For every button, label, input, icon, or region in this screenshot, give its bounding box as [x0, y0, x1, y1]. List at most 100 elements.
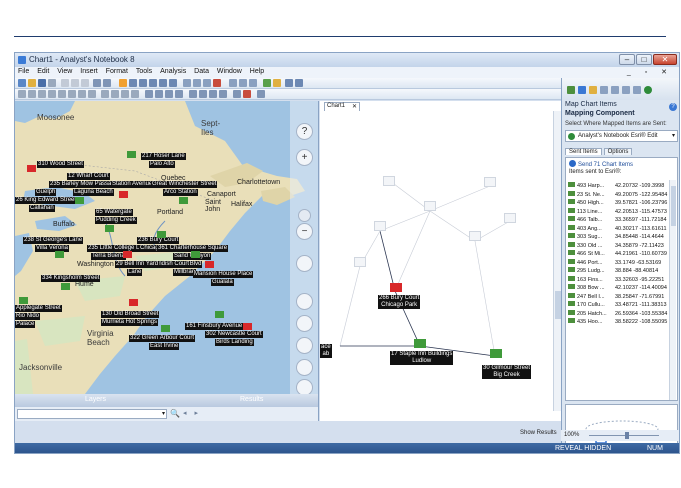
map-pin-icon[interactable]: [490, 349, 502, 358]
draw-multilink-icon[interactable]: [121, 90, 129, 98]
cut-icon[interactable]: [61, 79, 69, 87]
list-item[interactable]: 493 Harp... 42.20732 -109.3998: [568, 182, 668, 191]
redo-icon[interactable]: [103, 79, 111, 87]
map-identify-icon[interactable]: [296, 315, 313, 332]
map-search-input[interactable]: ▾: [17, 409, 167, 419]
map-pin-icon[interactable]: [61, 283, 70, 290]
panel-globe-icon[interactable]: [644, 86, 652, 94]
search-tool-icon[interactable]: [273, 79, 281, 87]
menu-help[interactable]: Help: [247, 67, 267, 75]
list-item[interactable]: 247 Bell I... 38.25847 -71.67991: [568, 292, 668, 302]
format-shape-icon[interactable]: [189, 90, 197, 98]
map-pin-icon[interactable]: [19, 297, 28, 304]
map-pin-icon[interactable]: [129, 299, 138, 306]
undo-icon[interactable]: [93, 79, 101, 87]
list-item[interactable]: 466 Talb... 33.36597 -111.72184: [568, 216, 668, 225]
layout-icon[interactable]: [193, 79, 201, 87]
panel-filter-icon[interactable]: [611, 86, 619, 94]
format-arrow-icon[interactable]: [155, 90, 163, 98]
zoom-out-icon[interactable]: [149, 79, 157, 87]
arrange-icon[interactable]: [203, 79, 211, 87]
map-pan-icon[interactable]: [296, 293, 313, 310]
new-chart-icon[interactable]: [18, 79, 26, 87]
format-text-color-icon[interactable]: [243, 90, 251, 98]
chart-node-faded[interactable]: [484, 177, 496, 187]
map-address-label[interactable]: Terra Buena: [91, 253, 126, 260]
map-help-button[interactable]: ?: [296, 123, 313, 140]
chart-node-label[interactable]: 266 Bury Court Chicago Park: [378, 295, 421, 309]
chart-vertical-scrollbar[interactable]: [553, 111, 561, 411]
list-item[interactable]: 450 High... 39.57821 -106.23796: [568, 199, 668, 208]
select-tool-icon[interactable]: [119, 79, 127, 87]
map-address-label[interactable]: 334 Kingsholm Street: [41, 275, 101, 282]
map-pin-icon[interactable]: [161, 325, 170, 332]
back-icon[interactable]: [285, 79, 293, 87]
map-address-label[interactable]: Applegate Street: [15, 305, 62, 312]
map-address-label[interactable]: 236 Bury Court: [137, 237, 180, 244]
draw-link-icon[interactable]: [101, 90, 109, 98]
mdi-window-controls[interactable]: _ ▫ ✕: [627, 68, 673, 76]
map-select-icon[interactable]: [296, 337, 313, 354]
list-item[interactable]: 435 Hoo... 38.58222 -108.55095: [568, 318, 668, 327]
table-icon[interactable]: [239, 79, 247, 87]
menu-insert[interactable]: Insert: [77, 67, 101, 75]
draw-box-icon[interactable]: [38, 90, 46, 98]
map-address-label[interactable]: 65 Watergate: [95, 209, 133, 216]
status-reveal-hidden[interactable]: REVEAL HIDDEN: [555, 445, 611, 452]
print-icon[interactable]: [48, 79, 56, 87]
chart-node-label[interactable]: 17 Staple Inn Buildings Ludlow: [390, 351, 454, 365]
format-font-icon[interactable]: [233, 90, 241, 98]
map-address-label[interactable]: Palo Alto: [149, 161, 175, 168]
map-address-label[interactable]: 310 Wood Street: [37, 161, 84, 168]
map-pin-icon[interactable]: [27, 165, 36, 172]
draw-ole-icon[interactable]: [78, 90, 86, 98]
map-buffer-icon[interactable]: [296, 359, 313, 376]
map-pin-icon[interactable]: [205, 261, 214, 268]
list-item[interactable]: 446 Port... 33.1749 -63.53169: [568, 258, 668, 268]
tab-options[interactable]: Options: [603, 148, 633, 155]
map-address-label[interactable]: Palace: [15, 321, 36, 328]
map-pin-icon[interactable]: [191, 251, 200, 258]
close-button[interactable]: ✕: [653, 54, 677, 65]
draw-group-icon[interactable]: [88, 90, 96, 98]
map-address-label[interactable]: Pudding Creek: [95, 217, 137, 224]
sent-items-list[interactable]: 493 Harp... 42.20732 -109.3998 23 St. Ne..…: [568, 182, 668, 327]
menu-data[interactable]: Data: [191, 67, 212, 75]
panel-grid-icon[interactable]: [600, 86, 608, 94]
format-fill-icon[interactable]: [165, 90, 173, 98]
map-address-label[interactable]: Gualala: [211, 279, 234, 286]
draw-entity-icon[interactable]: [18, 90, 26, 98]
maximize-button[interactable]: □: [636, 54, 652, 65]
map-address-label[interactable]: Laguna Beach: [73, 189, 114, 196]
draw-label-icon[interactable]: [68, 90, 76, 98]
list-item[interactable]: 163 Fins... 33.32603 -95.22251: [568, 275, 668, 285]
list-item[interactable]: 113 Line... 42.20513 -115.47573: [568, 207, 668, 217]
map-address-label[interactable]: 238 St George's Lane: [23, 237, 84, 244]
menu-file[interactable]: File: [15, 67, 32, 75]
zoom-slider-track[interactable]: [589, 435, 659, 436]
menu-tools[interactable]: Tools: [133, 67, 155, 75]
map-address-label[interactable]: 161 Finsbury Avenue: [185, 323, 244, 330]
map-pin-icon[interactable]: [127, 151, 136, 158]
fit-icon[interactable]: [169, 79, 177, 87]
chart-node-faded[interactable]: [469, 231, 481, 241]
format-style-icon[interactable]: [257, 90, 265, 98]
map-address-label[interactable]: Birds Landing: [215, 339, 254, 346]
map-zoom-in-button[interactable]: +: [296, 149, 313, 166]
map-address-label[interactable]: Murrieta Hot Springs: [101, 319, 159, 326]
chart-node-faded[interactable]: [383, 176, 395, 186]
list-item[interactable]: 330 Old ... 34.35879 -72.11423: [568, 241, 668, 251]
chart-node-label[interactable]: ace ab: [320, 344, 332, 358]
chart-node-faded[interactable]: [504, 213, 516, 223]
chart-node-faded[interactable]: [374, 221, 386, 231]
map-address-label[interactable]: East Irvine: [149, 343, 180, 350]
chart-node-faded[interactable]: [424, 201, 436, 211]
map-address-label[interactable]: 235 Barley Mow Passage: [49, 181, 120, 188]
draw-event-icon[interactable]: [58, 90, 66, 98]
map-pin-icon[interactable]: [123, 251, 132, 258]
panel-search-icon[interactable]: [622, 86, 630, 94]
save-icon[interactable]: [38, 79, 46, 87]
draw-flow-icon[interactable]: [131, 90, 139, 98]
scrollbar-thumb[interactable]: [671, 186, 676, 226]
list-item[interactable]: 205 Hatch... 26.59364 -103.55384: [568, 309, 668, 319]
